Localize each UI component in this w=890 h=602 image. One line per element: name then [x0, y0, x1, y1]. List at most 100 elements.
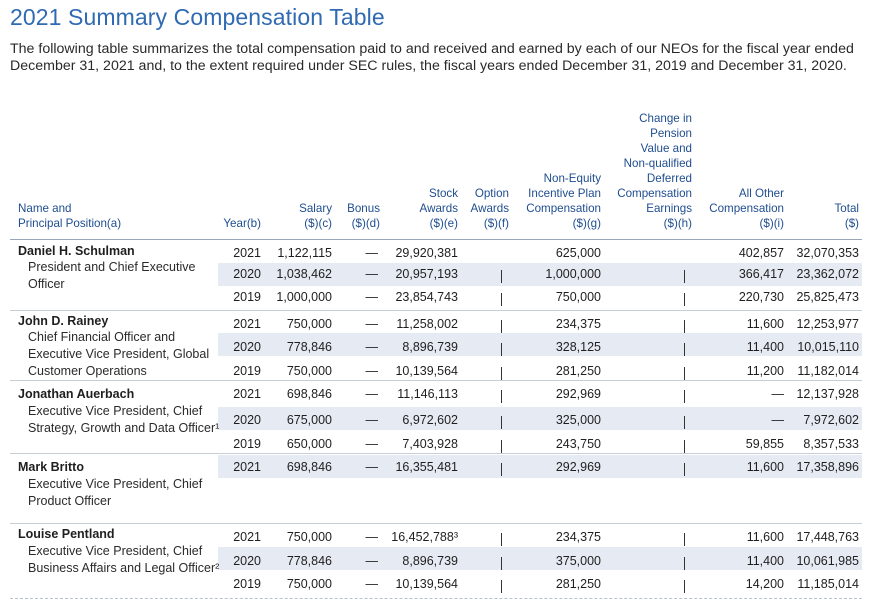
- header-pension: Compensation: [617, 187, 692, 200]
- cell-year: 2020: [233, 413, 261, 427]
- header-name: Name and: [18, 202, 72, 215]
- cell-bonus: —: [365, 577, 379, 591]
- cell-salary: 1,122,115: [277, 246, 332, 260]
- header-total: Total: [834, 202, 860, 215]
- header-stock: ($)(e): [429, 217, 458, 230]
- cell-option: [501, 270, 503, 283]
- cell-total: 12,137,928: [796, 387, 859, 401]
- cell-nonequity: 281,250: [555, 364, 601, 378]
- cell-salary: 750,000: [286, 530, 332, 544]
- cell-year: 2019: [233, 577, 261, 591]
- cell-stock: 11,146,113: [397, 387, 458, 401]
- cell-stock: 16,355,481: [395, 460, 458, 474]
- cell-pension: [684, 270, 686, 283]
- header-stock: Awards: [419, 202, 458, 215]
- cell-bonus: —: [365, 460, 379, 474]
- header-nonequity: Compensation: [526, 202, 601, 215]
- cell-bonus: —: [365, 340, 379, 354]
- cell-option: [501, 367, 503, 380]
- cell-option: [501, 533, 503, 546]
- executive-name: Louise Pentland: [18, 527, 115, 541]
- cell-pension: [684, 390, 686, 403]
- cell-salary: 650,000: [286, 437, 332, 451]
- header-pension: Change in: [639, 112, 692, 125]
- row-separator: [10, 453, 862, 454]
- executive-position: Chief Financial Officer and Executive Vi…: [28, 330, 210, 378]
- header-salary: ($)(c): [304, 217, 332, 230]
- cell-pension: [684, 557, 686, 570]
- cell-stock: 7,403,928: [402, 437, 458, 451]
- cell-option: [501, 320, 503, 333]
- cell-pension: [684, 293, 686, 306]
- cell-year: 2021: [233, 246, 261, 260]
- cell-stock: 6,972,602: [402, 413, 458, 427]
- cell-salary: 750,000: [286, 577, 332, 591]
- cell-salary: 750,000: [286, 364, 332, 378]
- cell-bonus: —: [365, 364, 379, 378]
- cell-other: —: [771, 413, 785, 427]
- cell-nonequity: 243,750: [555, 437, 601, 451]
- page-title: 2021 Summary Compensation Table: [10, 4, 385, 30]
- cell-other: 14,200: [745, 577, 784, 591]
- header-pension: ($)(h): [663, 217, 692, 230]
- cell-total: 11,185,014: [797, 577, 859, 591]
- header-nonequity: ($)(g): [572, 217, 601, 230]
- row-separator: [10, 523, 862, 524]
- executive-name: Mark Britto: [18, 460, 84, 474]
- cell-nonequity: 292,969: [555, 460, 601, 474]
- cell-other: 11,600: [746, 530, 784, 544]
- cell-other: 11,200: [746, 364, 784, 378]
- header-pension: Pension: [650, 127, 692, 140]
- cell-total: 10,061,985: [796, 554, 859, 568]
- cell-other: 11,400: [746, 554, 784, 568]
- cell-salary: 750,000: [286, 317, 332, 331]
- cell-year: 2021: [233, 460, 261, 474]
- cell-total: 17,358,896: [796, 460, 859, 474]
- cell-other: —: [771, 387, 785, 401]
- cell-salary: 778,846: [286, 340, 332, 354]
- cell-pension: [684, 440, 686, 453]
- cell-stock: 11,258,002: [396, 317, 458, 331]
- executive-name: Daniel H. Schulman: [18, 244, 135, 258]
- cell-total: 12,253,977: [796, 317, 859, 331]
- cell-other: 59,855: [745, 437, 784, 451]
- header-pension: Earnings: [646, 202, 692, 215]
- cell-nonequity: 375,000: [555, 554, 601, 568]
- cell-bonus: —: [365, 317, 379, 331]
- bottom-divider: [10, 598, 862, 600]
- cell-nonequity: 281,250: [555, 577, 601, 591]
- cell-other: 11,400: [746, 340, 784, 354]
- cell-year: 2021: [233, 530, 261, 544]
- executive-name: John D. Rainey: [18, 314, 109, 328]
- header-salary: Salary: [299, 202, 332, 215]
- cell-stock: 23,854,743: [395, 290, 458, 304]
- cell-bonus: —: [365, 437, 379, 451]
- cell-salary: 1,038,462: [276, 267, 332, 281]
- cell-salary: 675,000: [286, 413, 332, 427]
- header-other: All Other: [738, 187, 784, 200]
- row-separator: [10, 310, 862, 311]
- cell-salary: 698,846: [286, 460, 332, 474]
- cell-total: 7,972,602: [803, 413, 859, 427]
- header-stock: Stock: [429, 187, 458, 200]
- header-name: Principal Position(a): [18, 217, 122, 230]
- cell-stock: 16,452,788³: [391, 530, 458, 544]
- cell-nonequity: 1,000,000: [545, 267, 601, 281]
- cell-option: [501, 390, 503, 403]
- cell-stock: 29,920,381: [395, 246, 458, 260]
- executive-name: Jonathan Auerbach: [18, 387, 135, 401]
- cell-option: [501, 293, 503, 306]
- cell-year: 2019: [233, 437, 261, 451]
- header-option: Awards: [470, 202, 509, 215]
- cell-stock: 8,896,739: [402, 554, 458, 568]
- cell-nonequity: 328,125: [555, 340, 601, 354]
- cell-pension: [684, 367, 686, 380]
- cell-option: [501, 557, 503, 570]
- cell-year: 2021: [233, 387, 261, 401]
- cell-total: 17,448,763: [796, 530, 859, 544]
- cell-other: 11,600: [746, 317, 784, 331]
- executive-position: Executive Vice President, Chief Product …: [28, 477, 203, 508]
- cell-nonequity: 750,000: [555, 290, 601, 304]
- cell-pension: [684, 343, 686, 356]
- cell-pension: [684, 320, 686, 333]
